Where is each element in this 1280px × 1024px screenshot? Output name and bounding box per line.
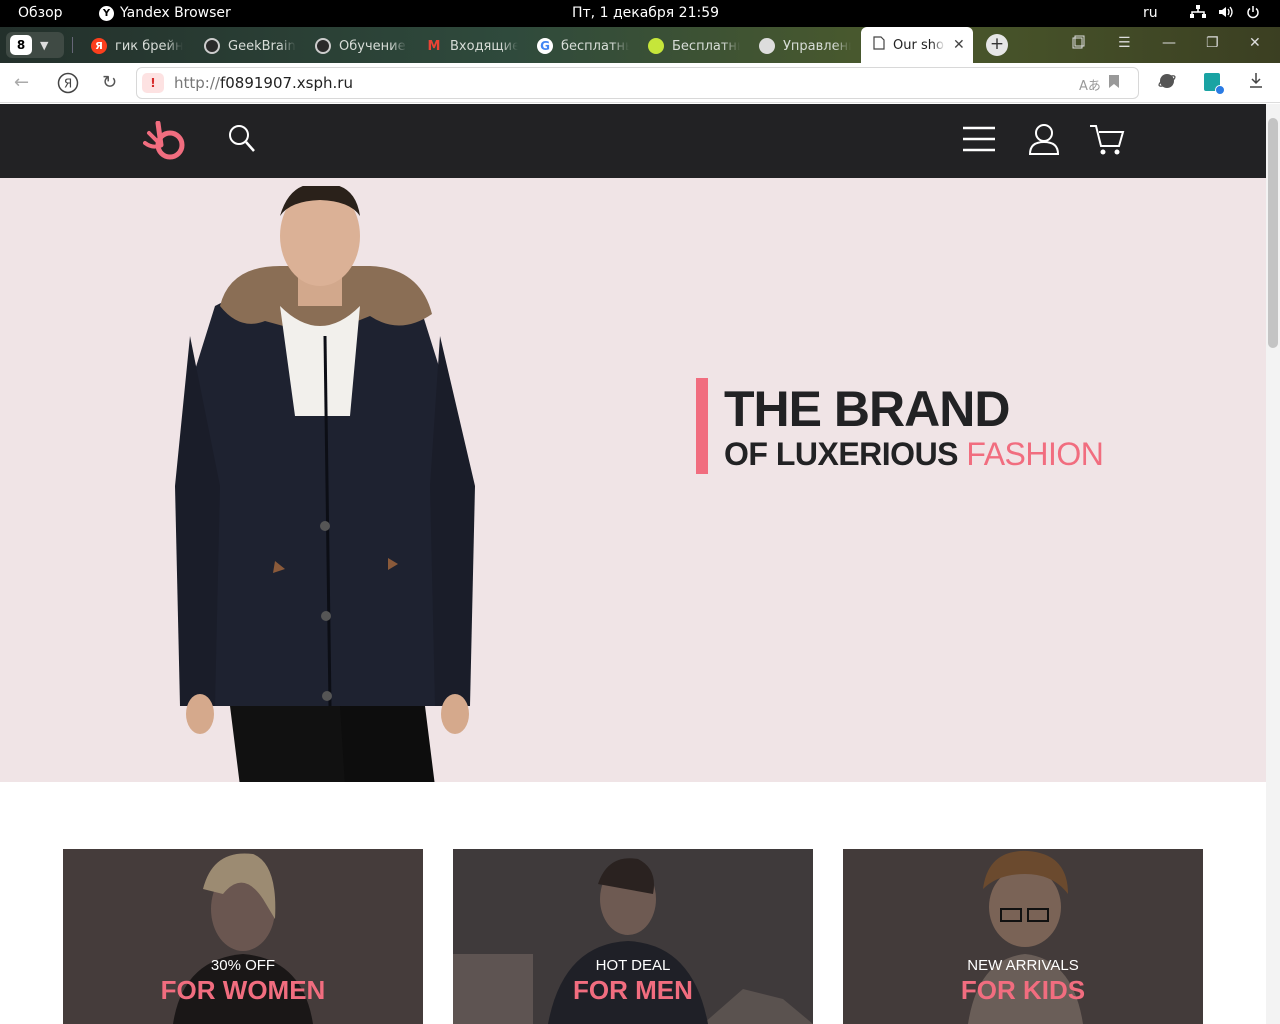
- chevron-down-icon: ▼: [40, 38, 49, 52]
- power-icon: [1246, 5, 1260, 23]
- search-icon[interactable]: [228, 124, 256, 154]
- tab-label: Управление: [783, 38, 851, 54]
- hero-title: THE BRAND: [724, 381, 1010, 437]
- category-section: 30% OFF FOR WOMEN HOT DEAL FOR MEN NEW A…: [0, 782, 1266, 1024]
- brand-logo[interactable]: [143, 121, 187, 161]
- app-name: Yandex Browser: [120, 5, 231, 21]
- tab-label: Бесплатный: [672, 38, 740, 54]
- page-scrollbar[interactable]: [1266, 104, 1280, 1024]
- yandex-browser-icon: Y: [99, 5, 114, 21]
- tab-7[interactable]: Управление: [759, 31, 851, 61]
- category-promo: 30% OFF: [210, 957, 276, 974]
- category-card-kids[interactable]: NEW ARRIVALS FOR KIDS: [843, 849, 1203, 1024]
- insecure-warning-icon[interactable]: !: [142, 73, 164, 93]
- site-header: [0, 104, 1266, 178]
- category-caption: HOT DEAL FOR MEN: [453, 957, 813, 1006]
- tab-separator: [72, 37, 73, 53]
- url-field[interactable]: ! http://f0891907.xsph.ru Aあ: [136, 67, 1139, 99]
- tab-1[interactable]: Я гик брейнс: [91, 31, 183, 61]
- tab-count: 8: [10, 35, 32, 55]
- hamburger-menu-icon[interactable]: [962, 126, 996, 152]
- close-tab-icon[interactable]: ✕: [953, 37, 965, 53]
- page-icon: [873, 36, 885, 54]
- minimize-icon[interactable]: —: [1162, 35, 1176, 51]
- scrollbar-thumb[interactable]: [1268, 118, 1278, 348]
- google-icon: G: [537, 38, 553, 54]
- tab-3[interactable]: Обучение: [315, 31, 407, 61]
- bookmark-icon[interactable]: [1109, 75, 1119, 92]
- hosting-icon: [759, 38, 775, 54]
- hero-subtitle-accent: FASHION: [966, 436, 1104, 472]
- category-title: FOR KIDS: [960, 975, 1086, 1005]
- category-title: FOR MEN: [573, 975, 693, 1005]
- category-promo: NEW ARRIVALS: [967, 957, 1079, 974]
- svg-text:Я: Я: [64, 77, 72, 91]
- category-caption: 30% OFF FOR WOMEN: [63, 957, 423, 1006]
- close-window-icon[interactable]: ✕: [1249, 35, 1261, 51]
- tab-label: Our shop: [893, 37, 945, 53]
- tab-label: Входящие: [450, 38, 518, 54]
- url-text[interactable]: http://f0891907.xsph.ru: [174, 74, 353, 92]
- geekbrains-icon: [315, 38, 331, 54]
- tab-2[interactable]: GeekBrains: [204, 31, 296, 61]
- app-menu[interactable]: Y Yandex Browser: [99, 5, 231, 21]
- geekbrains-icon: [204, 38, 220, 54]
- yandex-home-button[interactable]: Я: [57, 72, 79, 99]
- hero-accent-bar: [696, 378, 708, 474]
- translate-icon[interactable]: Aあ: [1079, 75, 1101, 94]
- downloads-icon[interactable]: [1249, 72, 1263, 92]
- back-button[interactable]: ←: [14, 72, 29, 93]
- address-bar-row: ← Я ↻ ! http://f0891907.xsph.ru Aあ: [0, 63, 1280, 103]
- new-tab-button[interactable]: +: [986, 34, 1008, 56]
- tab-6[interactable]: Бесплатный: [648, 31, 740, 61]
- hero-model-image: [175, 186, 475, 782]
- tab-label: GeekBrains: [228, 38, 296, 54]
- activities-button[interactable]: Обзор: [18, 5, 63, 21]
- reload-button[interactable]: ↻: [102, 72, 117, 93]
- account-icon[interactable]: [1028, 123, 1060, 155]
- hero-subtitle-dark: OF LUXERIOUS: [724, 436, 967, 472]
- cart-icon[interactable]: [1089, 123, 1125, 157]
- tab-4[interactable]: M Входящие: [426, 31, 518, 61]
- tab-5[interactable]: G бесплатный: [537, 31, 629, 61]
- hero-subtitle: OF LUXERIOUS FASHION: [724, 436, 1104, 473]
- tennis-ball-icon: [648, 38, 664, 54]
- category-caption: NEW ARRIVALS FOR KIDS: [843, 957, 1203, 1006]
- tab-8-active[interactable]: Our shop ✕: [861, 27, 973, 63]
- category-title: FOR WOMEN: [160, 975, 326, 1005]
- tab-label: гик брейнс: [115, 38, 183, 54]
- tab-label: бесплатный: [561, 38, 629, 54]
- tab-label: Обучение: [339, 38, 406, 54]
- keyboard-layout[interactable]: ru: [1143, 5, 1158, 21]
- gmail-icon: M: [427, 38, 441, 54]
- os-top-bar: Обзор Y Yandex Browser Пт, 1 декабря 21:…: [0, 0, 1280, 27]
- bookmarks-panel-icon[interactable]: [1072, 35, 1086, 53]
- hero-banner: THE BRAND OF LUXERIOUS FASHION: [0, 178, 1266, 782]
- tab-strip: 8 ▼ Я гик брейнс GeekBrains Обучение M В…: [0, 27, 1280, 63]
- category-card-men[interactable]: HOT DEAL FOR MEN: [453, 849, 813, 1024]
- category-promo: HOT DEAL: [595, 957, 671, 974]
- volume-icon: [1218, 5, 1234, 23]
- clock[interactable]: Пт, 1 декабря 21:59: [572, 5, 719, 21]
- checkmark-icon: [1215, 85, 1225, 95]
- system-tray[interactable]: [1190, 5, 1260, 23]
- url-host: f0891907.xsph.ru: [219, 74, 353, 92]
- tab-counter-button[interactable]: 8 ▼: [6, 32, 64, 58]
- url-scheme: http://: [174, 74, 220, 92]
- archiver-extension-icon[interactable]: [1204, 73, 1225, 95]
- yandex-icon: Я: [91, 38, 107, 54]
- restore-icon[interactable]: ❐: [1206, 35, 1219, 51]
- protect-extension-icon[interactable]: [1158, 72, 1176, 94]
- network-icon: [1190, 5, 1206, 23]
- menu-icon[interactable]: ☰: [1118, 35, 1131, 51]
- category-card-women[interactable]: 30% OFF FOR WOMEN: [63, 849, 423, 1024]
